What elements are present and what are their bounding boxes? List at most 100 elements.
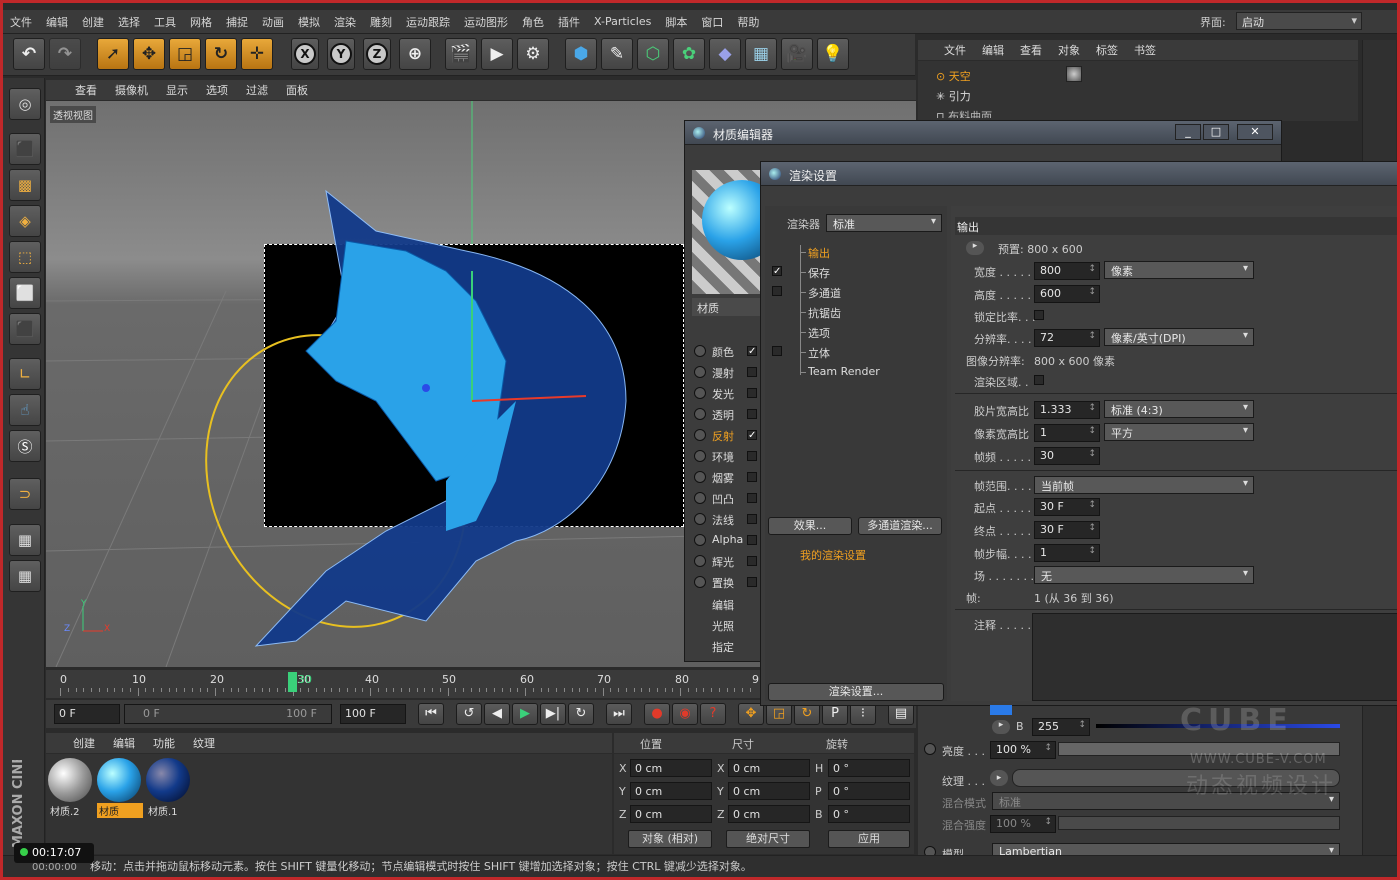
lock-workplane-icon[interactable]: ▦: [9, 524, 41, 556]
render-tree-item-1[interactable]: 保存: [808, 265, 830, 281]
notes-textarea[interactable]: [1032, 613, 1400, 701]
height-field[interactable]: 600: [1034, 285, 1100, 303]
points-mode-icon[interactable]: ⬚: [9, 241, 41, 273]
menu-item-3[interactable]: 选择: [111, 14, 147, 30]
render-settings-icon[interactable]: ⚙: [517, 38, 549, 70]
channel-checkbox-1[interactable]: [747, 367, 757, 377]
next-frame-icon[interactable]: ▶|: [540, 703, 566, 725]
brightness-radio[interactable]: [924, 743, 936, 755]
viewport-menu-item-0[interactable]: 查看: [66, 82, 106, 98]
effects-button[interactable]: 效果...: [768, 517, 852, 535]
prev-key-icon[interactable]: ↺: [456, 703, 482, 725]
viewport-menu-item-1[interactable]: 摄像机: [106, 82, 157, 98]
cloner-icon[interactable]: ✿: [673, 38, 705, 70]
field-dropdown[interactable]: 无: [1034, 566, 1254, 584]
color-swatch[interactable]: [990, 705, 1012, 715]
object-menu-item-5[interactable]: 书签: [1126, 42, 1164, 58]
channel-9[interactable]: Alpha: [712, 533, 743, 546]
menu-item-1[interactable]: 编辑: [39, 14, 75, 30]
frame-range-dropdown[interactable]: 当前帧: [1034, 476, 1254, 494]
film-aspect-dropdown[interactable]: 标准 (4:3): [1104, 400, 1254, 418]
polygons-mode-icon[interactable]: ⬛: [9, 313, 41, 345]
cube-icon[interactable]: ⬢: [565, 38, 597, 70]
object-menu-item-0[interactable]: 文件: [936, 42, 974, 58]
end-frame-field[interactable]: 100 F: [340, 704, 406, 724]
multipass-button[interactable]: 多通道渲染...: [858, 517, 942, 535]
material-preview[interactable]: [692, 170, 782, 294]
scale-tool-icon[interactable]: ◲: [169, 38, 201, 70]
resolution-unit-dropdown[interactable]: 像素/英寸(DPI): [1104, 328, 1254, 346]
menu-item-4[interactable]: 工具: [147, 14, 183, 30]
floor-icon[interactable]: ▦: [745, 38, 777, 70]
viewport-menu-item-2[interactable]: 显示: [157, 82, 197, 98]
film-aspect-field[interactable]: 1.333: [1034, 401, 1100, 419]
render-tree-item-0[interactable]: 输出: [808, 245, 830, 261]
key-scale-icon[interactable]: ◲: [766, 703, 792, 725]
render-view-icon[interactable]: 🎬: [445, 38, 477, 70]
viewport-menu-item-5[interactable]: 面板: [277, 82, 317, 98]
unit-dropdown[interactable]: 像素: [1104, 261, 1254, 279]
material-thumb-1[interactable]: [97, 758, 141, 802]
material-menu-item-1[interactable]: 编辑: [104, 735, 144, 751]
lock-ratio-checkbox[interactable]: [1034, 310, 1044, 320]
channel-radio-4[interactable]: [694, 429, 706, 441]
resolution-field[interactable]: 72: [1034, 329, 1100, 347]
renderer-dropdown[interactable]: 标准: [826, 214, 942, 232]
material-editor-extra-1[interactable]: 光照: [712, 618, 734, 634]
coord-pos-field-2[interactable]: 0 cm: [630, 805, 712, 823]
close-button[interactable]: ✕: [1237, 124, 1273, 140]
edges-mode-icon[interactable]: ⬜: [9, 277, 41, 309]
playhead[interactable]: [288, 672, 297, 692]
menu-item-18[interactable]: 帮助: [730, 14, 766, 30]
object-row-gravity[interactable]: ✳ 引力: [936, 88, 971, 104]
material-tab[interactable]: 材质: [692, 298, 762, 316]
channel-radio-0[interactable]: [694, 345, 706, 357]
start-frame-field[interactable]: 0 F: [54, 704, 120, 724]
tweak-mode-icon[interactable]: ☝: [9, 394, 41, 426]
channel-8[interactable]: 法线: [712, 512, 734, 528]
b-arrow-icon[interactable]: ▸: [992, 720, 1010, 734]
z-axis-lock-button[interactable]: Z: [363, 38, 391, 70]
channel-checkbox-2[interactable]: [747, 388, 757, 398]
my-render-settings[interactable]: 我的渲染设置: [800, 547, 866, 563]
pixel-aspect-dropdown[interactable]: 平方: [1104, 423, 1254, 441]
channel-radio-8[interactable]: [694, 513, 706, 525]
model-mode-icon[interactable]: ⬛: [9, 133, 41, 165]
coords-apply-button[interactable]: 应用: [828, 830, 910, 848]
menu-item-15[interactable]: X-Particles: [587, 15, 658, 28]
preset-arrow-icon[interactable]: ▸: [966, 241, 984, 255]
width-field[interactable]: 800: [1034, 262, 1100, 280]
material-menu-item-3[interactable]: 纹理: [184, 735, 224, 751]
render-tree-checkbox-1[interactable]: ✓: [772, 266, 782, 277]
pixel-aspect-field[interactable]: 1: [1034, 424, 1100, 442]
magnet-icon[interactable]: ⊃: [9, 478, 41, 510]
render-picture-viewer-icon[interactable]: ▶: [481, 38, 513, 70]
planar-workplane-icon[interactable]: ▦: [9, 560, 41, 592]
render-tree-item-4[interactable]: 选项: [808, 325, 830, 341]
coord-pos-field-1[interactable]: 0 cm: [630, 782, 712, 800]
channel-checkbox-9[interactable]: [747, 535, 757, 545]
render-tree-item-3[interactable]: 抗锯齿: [808, 305, 841, 321]
object-menu-item-1[interactable]: 编辑: [974, 42, 1012, 58]
object-menu-item-4[interactable]: 标签: [1088, 42, 1126, 58]
prev-frame-icon[interactable]: ◀: [484, 703, 510, 725]
channel-6[interactable]: 烟雾: [712, 470, 734, 486]
material-menu-item-0[interactable]: 创建: [64, 735, 104, 751]
x-axis-lock-button[interactable]: X: [291, 38, 319, 70]
object-row-sky[interactable]: ⊙ 天空: [936, 68, 971, 84]
blend-strength-slider[interactable]: [1058, 816, 1340, 830]
render-tree-checkbox-5[interactable]: [772, 346, 782, 356]
menu-item-11[interactable]: 运动跟踪: [399, 14, 457, 30]
key-param-icon[interactable]: P: [822, 703, 848, 725]
go-to-start-icon[interactable]: ⏮: [418, 703, 444, 725]
channel-checkbox-5[interactable]: [747, 451, 757, 461]
world-coords-icon[interactable]: ⊕: [399, 38, 431, 70]
menu-item-10[interactable]: 雕刻: [363, 14, 399, 30]
channel-checkbox-8[interactable]: [747, 514, 757, 524]
channel-checkbox-0[interactable]: ✓: [747, 346, 757, 357]
channel-checkbox-3[interactable]: [747, 409, 757, 419]
channel-checkbox-4[interactable]: ✓: [747, 430, 757, 441]
autokey-icon[interactable]: ◉: [672, 703, 698, 725]
redo-icon[interactable]: ↷: [49, 38, 81, 70]
light-icon[interactable]: 💡: [817, 38, 849, 70]
